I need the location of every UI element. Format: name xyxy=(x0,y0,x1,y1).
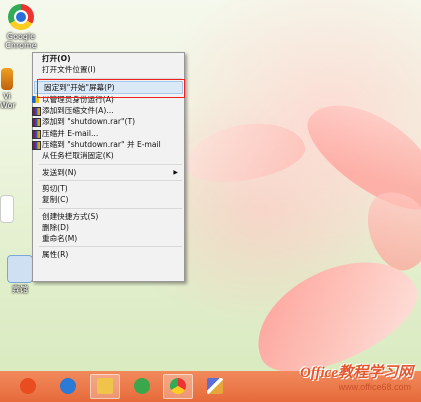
context-menu-item[interactable]: 添加到压缩文件(A)... xyxy=(32,105,184,117)
context-menu-item-label: 删除(D) xyxy=(42,222,69,232)
context-menu-item[interactable]: 固定到"开始"屏幕(P) xyxy=(34,80,183,94)
power-icon xyxy=(20,378,36,394)
context-menu-item-label: 添加到 "shutdown.rar"(T) xyxy=(42,117,136,127)
winrar-icon xyxy=(32,141,41,151)
menu-separator xyxy=(39,246,182,248)
desktop-icon-label: Wor xyxy=(0,101,16,110)
context-menu-item[interactable]: 添加到 "shutdown.rar"(T) xyxy=(32,116,184,128)
desktop-icon-label: Google Chrome xyxy=(5,32,37,50)
winrar-icon xyxy=(32,107,41,117)
context-menu-item-label: 压缩并 E-mail... xyxy=(42,128,99,138)
context-menu-item[interactable]: 压缩到 "shutdown.rar" 并 E-mail xyxy=(32,139,184,151)
chrome-icon xyxy=(170,378,186,394)
context-menu-item[interactable]: 打开文件位置(I) xyxy=(33,64,184,75)
context-menu-item-label: 压缩到 "shutdown.rar" 并 E-mail xyxy=(42,140,161,150)
folder-icon xyxy=(97,378,113,394)
context-menu-item[interactable]: 删除(D) xyxy=(33,222,184,233)
context-menu-item[interactable]: 复制(C) xyxy=(33,194,184,205)
watermark-url: www.office68.com xyxy=(338,382,411,392)
menu-separator xyxy=(39,207,182,209)
context-menu-item[interactable]: 压缩并 E-mail... xyxy=(32,128,184,139)
menu-separator xyxy=(39,163,182,165)
context-menu-item[interactable]: 创建快捷方式(S) xyxy=(33,211,184,222)
context-menu-item[interactable]: 重命名(M) xyxy=(33,233,184,244)
context-menu-item[interactable]: 打开(O) xyxy=(33,53,184,64)
context-menu-item[interactable]: 发送到(N) ▶ xyxy=(33,167,184,178)
context-menu-item[interactable]: 从任务栏取消固定(K) xyxy=(33,150,184,161)
context-menu: 打开(O) 打开文件位置(I) 固定到"开始"屏幕(P) 以管理员身份运行(A) 添加到… xyxy=(32,52,185,282)
chrome-taskbar-button[interactable] xyxy=(163,374,193,399)
submenu-arrow-icon: ▶ xyxy=(173,168,178,176)
app-icon xyxy=(1,68,13,90)
context-menu-item-label: 从任务栏取消固定(K) xyxy=(42,151,114,161)
app-icon xyxy=(7,255,33,283)
menu-separator xyxy=(39,179,182,181)
desktop-icon-document[interactable] xyxy=(0,195,14,225)
pen-icon xyxy=(207,378,223,394)
context-menu-item-label: 打开文件位置(I) xyxy=(42,65,96,75)
document-icon xyxy=(0,195,14,223)
context-menu-item[interactable]: 属性(R) xyxy=(33,249,184,260)
chrome-icon xyxy=(8,4,34,30)
context-menu-item-label: 发送到(N) xyxy=(42,167,77,177)
desktop-icon-shortcut[interactable]: 宾馆 xyxy=(6,255,34,294)
ie-taskbar-button[interactable] xyxy=(53,374,83,399)
shutdown-taskbar-button[interactable] xyxy=(13,374,43,399)
uac-shield-icon xyxy=(32,95,39,103)
winrar-icon xyxy=(32,129,41,139)
internet-explorer-icon xyxy=(60,378,76,394)
winrar-icon xyxy=(32,118,41,128)
context-menu-item[interactable]: 剪切(T) xyxy=(33,183,184,194)
desktop-icon-label: 宾馆 xyxy=(12,285,28,294)
file-explorer-taskbar-button[interactable] xyxy=(90,374,120,399)
context-menu-item-label: 以管理员身份运行(A) xyxy=(42,94,114,104)
context-menu-item-label: 添加到压缩文件(A)... xyxy=(42,106,114,116)
context-menu-item-label: 属性(R) xyxy=(42,250,69,260)
context-menu-item-label: 创建快捷方式(S) xyxy=(42,211,99,221)
sync-taskbar-button[interactable] xyxy=(127,374,157,399)
desktop-icon-label: Vi xyxy=(3,92,11,101)
watermark-title: Office教程学习网 xyxy=(299,365,413,381)
context-menu-item-label: 剪切(T) xyxy=(42,183,68,193)
menu-separator xyxy=(39,77,182,79)
desktop-icon-chrome[interactable]: Google Chrome xyxy=(2,4,40,50)
context-menu-item-label: 打开(O) xyxy=(42,54,71,63)
pen-taskbar-button[interactable] xyxy=(200,374,230,399)
desktop-icon-app[interactable]: Vi Wor xyxy=(0,68,16,110)
context-menu-item-label: 复制(C) xyxy=(42,195,69,205)
wallpaper-petal xyxy=(181,114,309,191)
context-menu-item[interactable]: 以管理员身份运行(A) xyxy=(32,94,184,105)
context-menu-item-label: 重命名(M) xyxy=(42,234,78,244)
sync-icon xyxy=(134,378,150,394)
context-menu-item-label: 固定到"开始"屏幕(P) xyxy=(44,82,115,92)
